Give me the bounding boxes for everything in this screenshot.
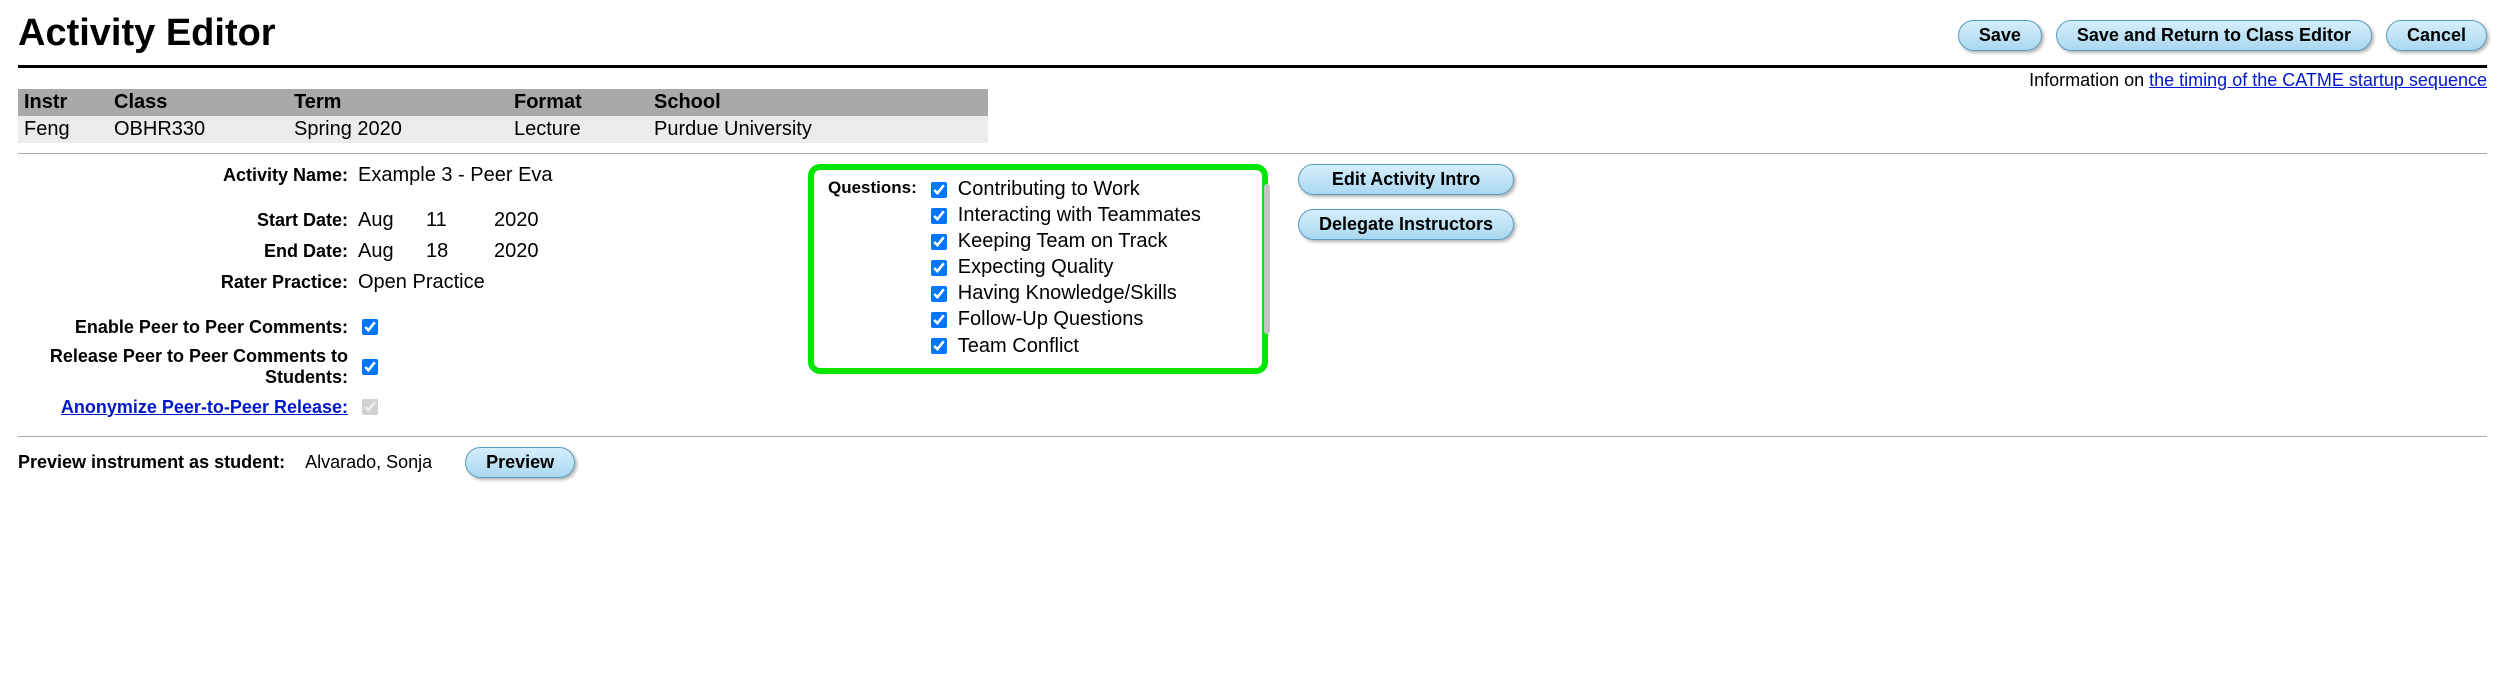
rater-practice-value: Open Practice [358, 271, 485, 294]
end-year: 2020 [494, 240, 539, 263]
enable-p2p-label: Enable Peer to Peer Comments: [18, 317, 358, 338]
questions-panel: Questions: Contributing to Work Interacti… [808, 164, 1268, 374]
save-return-button[interactable]: Save and Return to Class Editor [2056, 20, 2372, 51]
info-line: Information on the timing of the CATME s… [18, 70, 2487, 91]
preview-student: Alvarado, Sonja [305, 452, 445, 473]
info-prefix: Information on [2029, 70, 2149, 90]
anonymize-link[interactable]: Anonymize Peer-to-Peer Release: [61, 397, 348, 417]
question-item: Follow-Up Questions [927, 308, 1201, 331]
question-checkbox[interactable] [931, 234, 947, 250]
th-format: Format [508, 89, 648, 116]
info-link[interactable]: the timing of the CATME startup sequence [2149, 70, 2487, 90]
th-school: School [648, 89, 988, 116]
question-item: Keeping Team on Track [927, 230, 1201, 253]
table-row: Feng OBHR330 Spring 2020 Lecture Purdue … [18, 116, 988, 143]
start-year: 2020 [494, 209, 539, 232]
td-term: Spring 2020 [288, 116, 508, 143]
delegate-instructors-button[interactable]: Delegate Instructors [1298, 209, 1514, 240]
question-text: Team Conflict [958, 335, 1079, 358]
rater-practice-label: Rater Practice: [18, 272, 358, 293]
divider [18, 436, 2487, 437]
save-button[interactable]: Save [1958, 20, 2042, 51]
anonymize-checkbox[interactable] [362, 399, 378, 415]
question-checkbox[interactable] [931, 182, 947, 198]
release-p2p-checkbox[interactable] [362, 359, 378, 375]
preview-label: Preview instrument as student: [18, 452, 285, 473]
question-checkbox[interactable] [931, 286, 947, 302]
questions-label: Questions: [828, 178, 917, 198]
start-date-label: Start Date: [18, 210, 358, 231]
end-month: Aug [358, 240, 396, 263]
question-item: Contributing to Work [927, 178, 1201, 201]
td-instr: Feng [18, 116, 108, 143]
cancel-button[interactable]: Cancel [2386, 20, 2487, 51]
divider [18, 65, 2487, 68]
question-text: Keeping Team on Track [958, 230, 1168, 253]
activity-name-label: Activity Name: [18, 165, 358, 186]
question-checkbox[interactable] [931, 260, 947, 276]
end-date-label: End Date: [18, 241, 358, 262]
question-text: Expecting Quality [958, 256, 1114, 279]
start-month: Aug [358, 209, 396, 232]
td-class: OBHR330 [108, 116, 288, 143]
question-item: Team Conflict [927, 334, 1201, 358]
page-title: Activity Editor [18, 12, 276, 55]
question-checkbox[interactable] [931, 338, 947, 354]
question-checkbox[interactable] [931, 208, 947, 224]
question-text: Follow-Up Questions [958, 308, 1144, 331]
scrollbar[interactable] [1264, 184, 1270, 334]
end-day: 18 [426, 240, 464, 263]
preview-button[interactable]: Preview [465, 447, 575, 478]
divider [18, 153, 2487, 154]
top-button-bar: Save Save and Return to Class Editor Can… [1958, 20, 2487, 51]
start-day: 11 [426, 209, 464, 232]
th-term: Term [288, 89, 508, 116]
release-p2p-label: Release Peer to Peer Comments to Student… [18, 346, 358, 388]
edit-activity-intro-button[interactable]: Edit Activity Intro [1298, 164, 1514, 195]
question-text: Having Knowledge/Skills [958, 282, 1177, 305]
question-item: Having Knowledge/Skills [927, 282, 1201, 305]
activity-name-value: Example 3 - Peer Eva [358, 164, 553, 187]
question-item: Expecting Quality [927, 256, 1201, 279]
class-info-table: Instr Class Term Format School Feng OBHR… [18, 89, 988, 143]
enable-p2p-checkbox[interactable] [362, 319, 378, 335]
th-instr: Instr [18, 89, 108, 116]
question-text: Interacting with Teammates [958, 204, 1201, 227]
td-school: Purdue University [648, 116, 988, 143]
question-checkbox[interactable] [931, 312, 947, 328]
question-text: Contributing to Work [958, 178, 1140, 201]
th-class: Class [108, 89, 288, 116]
td-format: Lecture [508, 116, 648, 143]
question-item: Interacting with Teammates [927, 204, 1201, 227]
